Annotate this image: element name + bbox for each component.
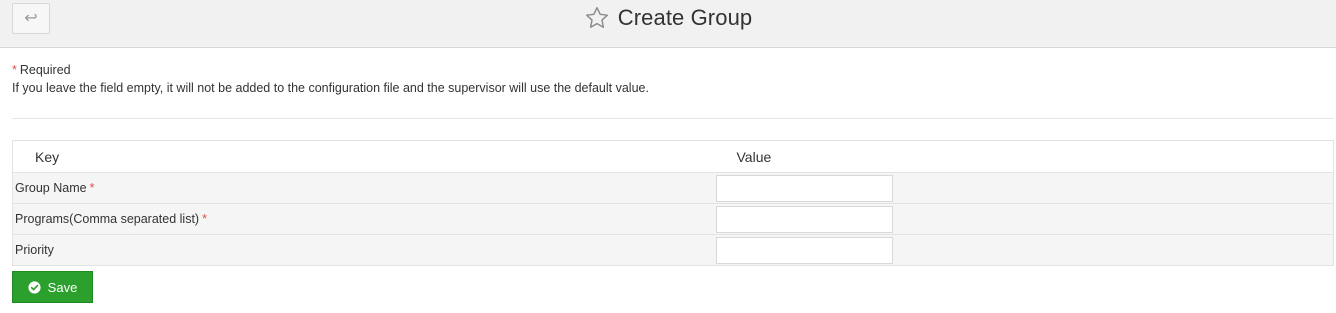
required-legend: * Required <box>12 63 71 77</box>
top-bar: ↩ Create Group <box>0 0 1336 48</box>
check-circle-icon <box>28 280 41 294</box>
save-label: Save <box>47 279 78 295</box>
row-value-cell <box>714 234 1334 266</box>
programs-label: Programs(Comma separated list) <box>15 212 200 226</box>
group-name-input[interactable] <box>715 174 893 202</box>
row-key-cell: Priority <box>12 234 715 266</box>
settings-table: Key Value Group Name * Programs(Comma sep… <box>12 140 1334 266</box>
table-row: Priority <box>12 234 1334 266</box>
required-label: Required <box>19 63 71 77</box>
star-outline-icon[interactable] <box>584 5 610 31</box>
row-value-cell <box>714 172 1334 204</box>
divider <box>12 118 1334 119</box>
table-header-row: Key Value <box>12 140 1334 173</box>
programs-input[interactable] <box>715 205 893 233</box>
table-row: Group Name * <box>12 172 1334 204</box>
required-marker: * <box>12 63 17 77</box>
required-marker: * <box>202 212 207 226</box>
group-name-label: Group Name <box>15 181 87 195</box>
row-key-cell: Programs(Comma separated list) * <box>12 203 715 235</box>
priority-input[interactable] <box>715 236 893 264</box>
column-header-key: Key <box>12 140 715 173</box>
title-area: Create Group <box>0 0 1336 36</box>
required-marker: * <box>89 181 95 195</box>
row-value-cell <box>714 203 1334 235</box>
save-button[interactable]: Save <box>12 271 93 303</box>
row-key-cell: Group Name * <box>12 172 715 204</box>
column-header-value: Value <box>714 140 1334 173</box>
empty-field-hint: If you leave the field empty, it will no… <box>12 81 649 95</box>
page-title: Create Group <box>617 5 753 30</box>
table-row: Programs(Comma separated list) * <box>12 203 1334 235</box>
priority-label: Priority <box>15 243 54 257</box>
